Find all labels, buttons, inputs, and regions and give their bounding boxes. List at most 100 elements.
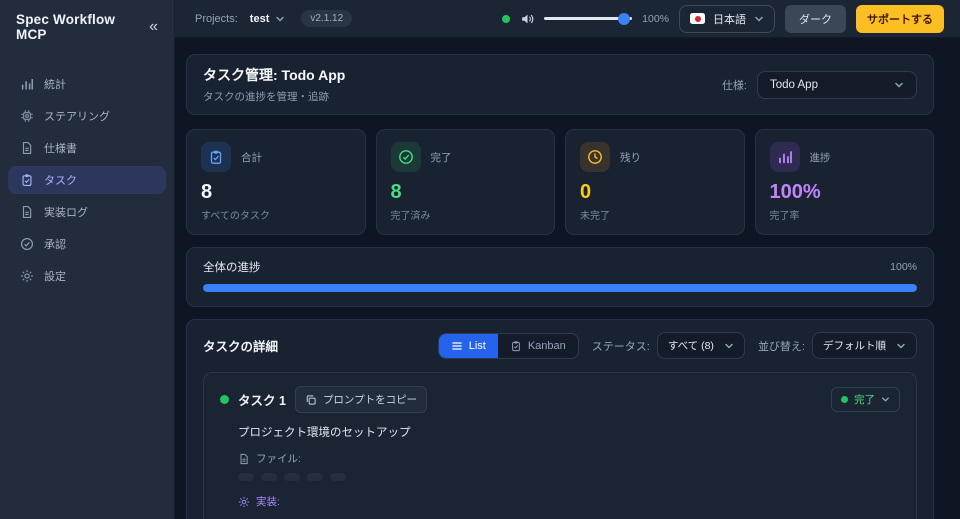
sidebar-item-stats[interactable]: 統計 xyxy=(8,70,166,98)
collapse-sidebar-icon[interactable]: « xyxy=(149,19,158,35)
chevron-down-icon xyxy=(275,14,285,24)
main-content: タスク管理: Todo App タスクの進捗を管理・追跡 仕様: Todo Ap… xyxy=(175,38,960,519)
overall-progress-row: 全体の進捗 100% xyxy=(203,259,917,275)
sidebar-item-label: 設定 xyxy=(44,268,66,284)
stat-card-completed: 完了 8 完了済み xyxy=(376,129,556,235)
sidebar-header: Spec Workflow MCP « xyxy=(0,0,174,54)
view-kanban-label: Kanban xyxy=(528,340,566,352)
stat-icon-tile xyxy=(580,142,610,172)
stat-value: 8 xyxy=(391,181,541,204)
stat-value: 0 xyxy=(580,181,730,204)
overall-progress-percent: 100% xyxy=(890,261,917,273)
stat-card-top: 合計 xyxy=(201,142,351,172)
support-button[interactable]: サポートする xyxy=(856,5,944,33)
theme-toggle-button[interactable]: ダーク xyxy=(785,5,846,33)
stat-card-remaining: 残り 0 未完了 xyxy=(565,129,745,235)
version-badge: v2.1.12 xyxy=(301,10,352,27)
volume-slider[interactable] xyxy=(544,13,632,25)
file-text-icon xyxy=(20,141,34,155)
file-chip xyxy=(284,473,300,481)
task-files-header: ファイル: xyxy=(238,451,900,466)
copy-prompt-label: プロンプトをコピー xyxy=(323,392,417,407)
gear-icon xyxy=(20,269,34,283)
stat-label: 進捗 xyxy=(810,150,831,165)
list-icon xyxy=(451,340,463,352)
stat-card-top: 残り xyxy=(580,142,730,172)
sidebar-item-impl-log[interactable]: 実装ログ xyxy=(8,198,166,226)
file-chip xyxy=(261,473,277,481)
language-select[interactable]: 日本語 xyxy=(679,5,775,33)
stat-caption: 完了率 xyxy=(770,207,920,222)
sort-select[interactable]: デフォルト順 xyxy=(812,332,917,359)
projects-label: Projects: xyxy=(195,13,238,25)
project-selector[interactable]: test xyxy=(250,13,286,25)
stat-card-progress: 進捗 100% 完了率 xyxy=(755,129,935,235)
project-name: test xyxy=(250,13,270,25)
right-column: Projects: test v2.1.12 100% 日本語 ダーク サポート… xyxy=(175,0,960,519)
task-body: プロジェクト環境のセットアップ ファイル: 実装: xyxy=(238,424,900,519)
sidebar-item-label: 承認 xyxy=(44,236,66,252)
clipboard-icon xyxy=(208,149,224,165)
stat-icon-tile xyxy=(201,142,231,172)
clipboard-icon xyxy=(20,173,34,187)
spec-selector-group: 仕様: Todo App xyxy=(722,71,917,99)
stat-caption: 未完了 xyxy=(580,207,730,222)
overall-progress-fill xyxy=(203,284,917,292)
stats-row: 合計 8 すべてのタスク 完了 8 完了済み 残り 0 未完了 xyxy=(186,129,934,235)
spec-select[interactable]: Todo App xyxy=(757,71,917,99)
overall-progress-label: 全体の進捗 xyxy=(203,259,261,275)
sidebar-item-approvals[interactable]: 承認 xyxy=(8,230,166,258)
task-details-header: タスクの詳細 List Kanban ステータス: xyxy=(203,332,917,359)
page-title: タスク管理: Todo App xyxy=(203,65,345,85)
task-status-dot xyxy=(220,395,229,404)
app-title: Spec Workflow MCP xyxy=(16,12,149,42)
sidebar: Spec Workflow MCP « 統計 ステアリング 仕様書 タスク 実装… xyxy=(0,0,175,519)
check-circle-icon xyxy=(20,237,34,251)
sidebar-item-steering[interactable]: ステアリング xyxy=(8,102,166,130)
kanban-icon xyxy=(510,340,522,352)
sidebar-item-label: タスク xyxy=(44,172,77,188)
volume-slider-thumb[interactable] xyxy=(618,13,630,25)
copy-prompt-button[interactable]: プロンプトをコピー xyxy=(295,386,427,413)
spec-select-value: Todo App xyxy=(770,79,818,91)
sidebar-item-label: 実装ログ xyxy=(44,204,88,220)
sidebar-item-specs[interactable]: 仕様書 xyxy=(8,134,166,162)
sidebar-item-label: ステアリング xyxy=(44,108,110,124)
bar-chart-icon xyxy=(20,77,34,91)
bar-chart-icon xyxy=(777,149,793,165)
sort-select-value: デフォルト順 xyxy=(823,338,886,353)
file-chip xyxy=(238,473,254,481)
task-details-title: タスクの詳細 xyxy=(203,336,278,355)
stat-value: 100% xyxy=(770,181,920,204)
overall-progress-card: 全体の進捗 100% xyxy=(186,247,934,307)
task-file-chips xyxy=(238,473,900,481)
gear-icon xyxy=(238,496,250,508)
sidebar-item-tasks[interactable]: タスク xyxy=(8,166,166,194)
check-circle-icon xyxy=(398,149,414,165)
stat-card-total: 合計 8 すべてのタスク xyxy=(186,129,366,235)
view-kanban-button[interactable]: Kanban xyxy=(498,334,578,358)
task-impl-label: 実装: xyxy=(256,494,280,509)
stat-icon-tile xyxy=(770,142,800,172)
copy-icon xyxy=(305,394,317,406)
file-chip xyxy=(330,473,346,481)
file-text-icon xyxy=(238,453,250,465)
task-title-row: タスク 1 プロンプトをコピー 完了 xyxy=(220,386,900,413)
sidebar-item-settings[interactable]: 設定 xyxy=(8,262,166,290)
sidebar-nav: 統計 ステアリング 仕様書 タスク 実装ログ 承認 設定 xyxy=(0,54,174,310)
stat-label: 完了 xyxy=(431,150,452,165)
status-filter-select[interactable]: すべて (8) xyxy=(657,332,745,359)
topbar: Projects: test v2.1.12 100% 日本語 ダーク サポート… xyxy=(175,0,960,38)
task-status-select[interactable]: 完了 xyxy=(831,387,900,412)
view-toggle: List Kanban xyxy=(438,333,579,359)
status-filter-label: ステータス: xyxy=(592,338,650,354)
connection-status-dot xyxy=(502,15,510,23)
spec-label: 仕様: xyxy=(722,77,747,93)
view-list-button[interactable]: List xyxy=(439,334,498,358)
stat-label: 合計 xyxy=(241,150,262,165)
volume-icon[interactable] xyxy=(520,12,534,26)
stat-icon-tile xyxy=(391,142,421,172)
task-details-controls: List Kanban ステータス: すべて (8) 並び替え: xyxy=(438,332,917,359)
stat-card-top: 完了 xyxy=(391,142,541,172)
chevron-down-icon xyxy=(896,341,906,351)
